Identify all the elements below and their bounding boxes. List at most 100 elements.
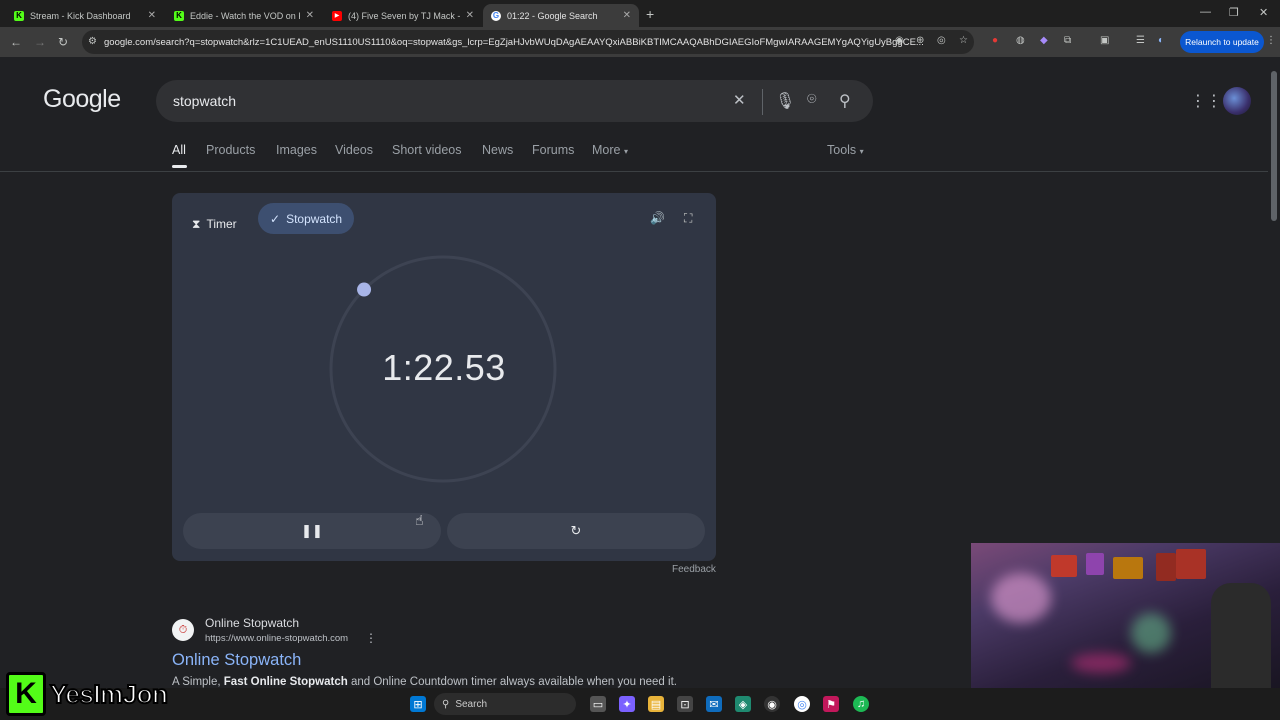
result-snippet: A Simple, Fast Online Stopwatch and Onli… [172,676,677,688]
google-logo[interactable]: Google [43,85,121,114]
kick-logo-icon: K [6,672,46,716]
result-url[interactable]: https://www.online-stopwatch.com [205,633,348,644]
lens-icon[interactable]: ⌾ [807,91,817,109]
search-input[interactable]: stopwatch ✕ 🎙 ⌾ ⚲ [156,80,873,122]
browser-tab-bar: K Stream - Kick Dashboard ✕ K Eddie - Wa… [0,0,1280,27]
taskbar-search-label: Search [455,698,488,710]
elapsed-time: 1:22.53 [382,347,506,388]
light-glow [1131,613,1171,653]
kick-icon: K [174,10,184,21]
reading-list-icon[interactable]: ☰ [1136,35,1145,46]
caret-down-icon: ▾ [859,147,864,156]
task-view-icon[interactable]: ▭ [590,696,606,712]
profile-icon[interactable]: ◐ [1158,35,1164,46]
eye-off-icon[interactable]: ◎ [937,35,946,46]
scrollbar-thumb[interactable] [1271,71,1277,221]
pause-icon: ❚❚ [301,523,323,538]
taskbar-search[interactable]: ⚲ Search [434,693,576,715]
tab-news[interactable]: News [482,143,513,157]
menu-kebab-icon[interactable]: ⋮ [1266,35,1276,46]
tab-products[interactable]: Products [206,143,255,157]
stopwatch-mode-button[interactable]: ✓ Stopwatch [258,203,355,234]
app-pin-icon[interactable]: ⚑ [823,696,839,712]
tab-all[interactable]: All [172,143,186,157]
windows-start-icon[interactable]: ⊞ [410,696,426,712]
wall-poster [1156,553,1176,581]
feedback-link[interactable]: Feedback [672,564,716,575]
tab-kick-dashboard[interactable]: K Stream - Kick Dashboard ✕ [6,4,164,27]
snippet-text-end: and Online Countdown timer always availa… [347,676,677,688]
close-icon[interactable]: ✕ [148,10,156,21]
file-explorer-icon[interactable]: ▤ [648,696,664,712]
tab-images[interactable]: Images [276,143,317,157]
tab-google-search[interactable]: G 01:22 - Google Search ✕ [483,4,639,27]
pause-button[interactable]: ❚❚ [183,513,441,549]
store-icon[interactable]: ⊡ [677,696,693,712]
wall-poster [1051,555,1077,577]
new-tab-icon[interactable]: + [646,6,654,22]
youtube-icon: ▶ [332,10,342,21]
tab-videos[interactable]: Videos [335,143,373,157]
extension-record-icon[interactable]: ● [992,35,998,46]
hourglass-icon: ⧗ [192,216,201,231]
obs-icon[interactable]: ◉ [764,696,780,712]
result-options-icon[interactable]: ⋮ [365,631,377,645]
minimize-icon[interactable]: — [1200,6,1211,18]
tab-eddie-vod[interactable]: K Eddie - Watch the VOD on Kick ✕ [166,4,322,27]
restore-icon[interactable]: ❐ [1229,6,1239,19]
spotify-icon[interactable]: ♫ [853,696,869,712]
result-site-name[interactable]: Online Stopwatch [205,616,299,630]
mail-icon[interactable]: ✉ [706,696,722,712]
wall-poster [1176,549,1206,579]
reload-icon[interactable]: ↻ [58,35,68,49]
relaunch-button[interactable]: Relaunch to update [1180,31,1264,53]
fullscreen-icon[interactable]: ⛶ [684,211,692,226]
tab-more-label: More [592,143,621,157]
address-bar[interactable]: ⚙ google.com/search?q=stopwatch&rlz=1C1U… [82,30,974,54]
tab-forums[interactable]: Forums [532,143,574,157]
ring-progress-dot [357,282,372,297]
bookmark-star-icon[interactable]: ☆ [959,35,968,46]
wall-poster [1113,557,1143,579]
tab-search-icon[interactable]: ▣ [1100,35,1109,46]
chrome-icon[interactable]: ◎ [794,696,810,712]
streamer-brand-overlay: K YesImJon [6,672,169,716]
extension-icon[interactable]: ◍ [1016,35,1025,46]
copilot-icon[interactable]: ✦ [619,696,635,712]
forward-icon[interactable]: → [34,35,46,49]
timer-label: Timer [206,217,237,231]
microphone-icon[interactable]: 🎙 [775,91,795,111]
result-title-link[interactable]: Online Stopwatch [172,651,301,670]
light-glow [1071,653,1131,673]
active-tab-indicator [172,165,187,168]
close-icon[interactable]: ✕ [306,10,314,21]
tools-button[interactable]: Tools ▾ [827,143,864,157]
app-icon[interactable]: ◈ [735,696,751,712]
site-info-icon[interactable]: ⚙ [88,36,97,47]
extension-purple-icon[interactable]: ◆ [1040,35,1048,46]
close-icon[interactable]: ✕ [466,10,474,21]
google-icon: G [491,10,501,21]
timer-mode-button[interactable]: ⧗ Timer [192,209,237,239]
stopwatch-label: Stopwatch [286,211,343,226]
check-icon: ✓ [270,211,281,226]
reset-button[interactable]: ↻ [447,513,705,549]
clear-icon[interactable]: ✕ [733,91,746,109]
search-query: stopwatch [173,93,237,109]
search-icon[interactable]: ⚲ [839,91,851,111]
tab-title: Eddie - Watch the VOD on Kick [190,10,300,21]
tab-youtube[interactable]: ▶ (4) Five Seven by TJ Mack - Full ✕ [324,4,482,27]
window-close-icon[interactable]: ✕ [1259,6,1268,19]
close-icon[interactable]: ✕ [623,10,631,21]
location-icon[interactable]: ◉ [895,35,904,46]
tools-label: Tools [827,143,857,157]
site-favicon-icon: ⏱ [172,619,194,641]
avatar[interactable] [1223,87,1251,115]
extensions-puzzle-icon[interactable]: ⧉ [1064,35,1071,46]
tab-more[interactable]: More ▾ [592,143,628,157]
tab-short-videos[interactable]: Short videos [392,143,461,157]
sound-icon[interactable]: 🔊 [650,211,665,225]
snippet-text: A Simple, [172,676,224,688]
back-icon[interactable]: ← [10,35,22,49]
zoom-icon[interactable]: ⊕ [916,35,924,46]
